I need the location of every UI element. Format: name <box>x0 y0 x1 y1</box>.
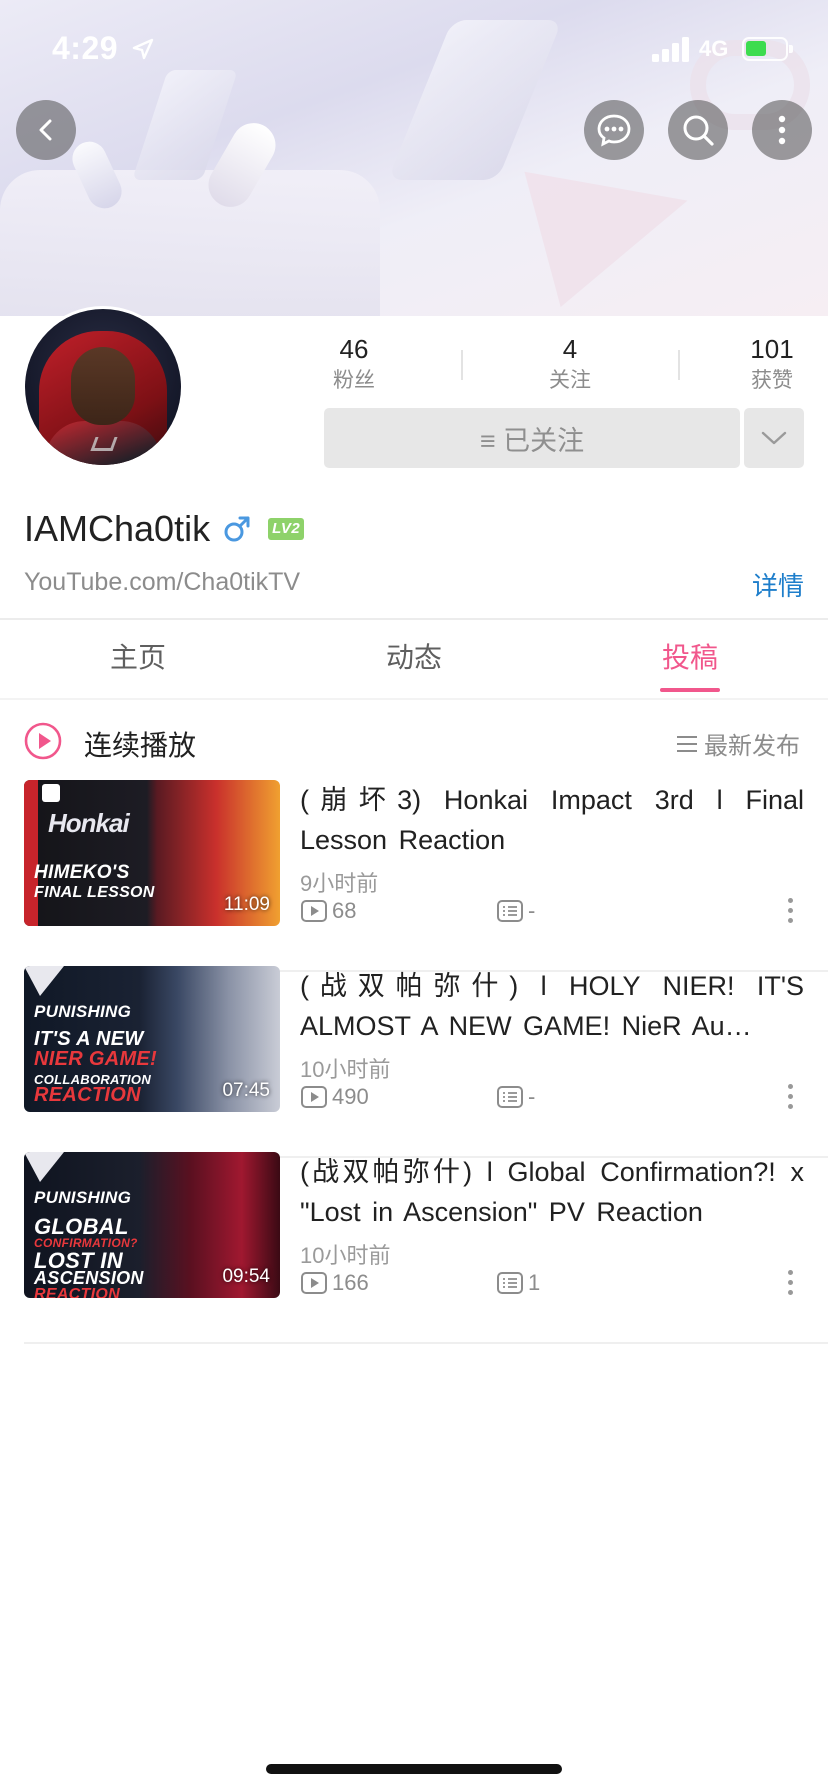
comment-count: - <box>528 898 536 923</box>
thumbnail-text: HIMEKO'S <box>34 862 130 883</box>
divider <box>0 618 828 620</box>
search-icon <box>683 115 714 146</box>
status-time: 4:29 <box>52 30 119 66</box>
username: IAMCha0tik <box>24 508 211 549</box>
thumbnail-text: REACTION <box>34 1084 141 1106</box>
follow-options-dropdown[interactable] <box>744 408 804 468</box>
list-icon <box>677 735 697 752</box>
active-tab-indicator <box>660 688 720 692</box>
video-duration: 09:54 <box>222 1266 270 1287</box>
likes-count: 101 <box>750 334 794 364</box>
video-more-button[interactable] <box>786 898 794 928</box>
play-circle-icon[interactable] <box>24 722 62 760</box>
message-icon <box>597 114 631 147</box>
video-duration: 07:45 <box>222 1080 270 1101</box>
divider <box>24 1342 828 1344</box>
level-badge: LV2 <box>268 518 305 540</box>
video-title[interactable]: (崩坏3) Honkai Impact 3rd l Final Lesson R… <box>300 780 804 860</box>
cellular-signal-icon <box>652 36 692 62</box>
comment-count-icon <box>497 1086 523 1108</box>
thumbnail-text: NIER GAME! <box>34 1048 157 1070</box>
back-button[interactable] <box>16 100 76 160</box>
video-item[interactable]: Honkai HIMEKO'S FINAL LESSON 11:09 (崩坏3)… <box>0 780 828 972</box>
user-bio: YouTube.com/Cha0tikTV <box>24 568 301 596</box>
video-plays: 166 <box>300 1270 369 1296</box>
video-plays: 490 <box>300 1084 369 1110</box>
battery-icon <box>742 37 793 61</box>
video-thumbnail[interactable]: PUNISHING IT'S A NEW NIER GAME! COLLABOR… <box>24 966 280 1112</box>
home-indicator[interactable] <box>266 1764 562 1774</box>
comment-count: - <box>528 1084 536 1109</box>
video-comments: - <box>496 1084 535 1110</box>
play-count: 490 <box>332 1084 369 1109</box>
play-count-icon <box>301 1086 327 1108</box>
male-gender-icon <box>224 516 250 542</box>
thumbnail-text: FINAL LESSON <box>34 884 155 901</box>
video-more-button[interactable] <box>786 1084 794 1114</box>
sort-button[interactable]: 最新发布 <box>676 726 800 761</box>
avatar[interactable] <box>22 306 184 468</box>
following-label: 关注 <box>549 369 591 392</box>
stat-divider <box>678 350 680 380</box>
following-button[interactable]: ≡ 已关注 <box>324 408 740 468</box>
video-title-text: (战双帕弥什) l HOLY NIER! IT'S ALMOST A NEW G… <box>300 971 804 1041</box>
comment-count-icon <box>497 900 523 922</box>
video-title[interactable]: (战双帕弥什) l Global Confirmation?! x "Lost … <box>300 1152 804 1232</box>
details-link[interactable]: 详情 <box>752 566 804 603</box>
video-item[interactable]: PUNISHING IT'S A NEW NIER GAME! COLLABOR… <box>0 966 828 1158</box>
stat-divider <box>461 350 463 380</box>
comment-count: 1 <box>528 1270 541 1295</box>
video-comments: 1 <box>496 1270 540 1296</box>
username-row: IAMCha0tik LV2 <box>24 508 305 550</box>
sort-label: 最新发布 <box>704 733 800 760</box>
video-item[interactable]: PUNISHING GLOBAL CONFIRMATION? LOST IN A… <box>0 1152 828 1344</box>
video-plays: 68 <box>300 898 356 924</box>
tab-home[interactable]: 主页 <box>110 636 166 676</box>
play-count: 68 <box>332 898 357 923</box>
stat-following[interactable]: 4 关注 <box>530 332 610 396</box>
location-arrow-icon <box>132 38 154 60</box>
status-bar: 4:29 4G <box>0 0 828 100</box>
thumbnail-text: PUNISHING <box>34 1188 132 1207</box>
stat-likes[interactable]: 101 获赞 <box>732 332 812 396</box>
comment-count-icon <box>497 1272 523 1294</box>
video-thumbnail[interactable]: Honkai HIMEKO'S FINAL LESSON 11:09 <box>24 780 280 926</box>
tab-dynamics[interactable]: 动态 <box>386 636 442 676</box>
play-count-icon <box>301 1272 327 1294</box>
chevron-down-icon <box>761 431 787 445</box>
message-button[interactable] <box>584 100 644 160</box>
video-title[interactable]: (战双帕弥什) l HOLY NIER! IT'S ALMOST A NEW G… <box>300 966 804 1046</box>
video-more-button[interactable] <box>786 1270 794 1300</box>
tab-submissions[interactable]: 投稿 <box>662 636 718 676</box>
more-options-button[interactable] <box>752 100 812 160</box>
more-vertical-icon <box>778 115 786 145</box>
video-publish-time: 10小时前 <box>300 1057 391 1082</box>
video-publish-time: 9小时前 <box>300 871 379 896</box>
search-button[interactable] <box>668 100 728 160</box>
back-arrow-icon <box>39 119 52 141</box>
play-count-icon <box>301 900 327 922</box>
following-count: 4 <box>562 334 578 364</box>
followers-count: 46 <box>339 334 369 364</box>
play-all-label[interactable]: 连续播放 <box>84 724 196 764</box>
following-button-label: ≡ 已关注 <box>479 425 585 456</box>
thumbnail-text: PUNISHING <box>34 1002 132 1021</box>
followers-label: 粉丝 <box>333 369 375 392</box>
divider <box>0 698 828 700</box>
video-publish-time: 10小时前 <box>300 1243 391 1268</box>
likes-label: 获赞 <box>751 369 793 392</box>
stat-followers[interactable]: 46 粉丝 <box>314 332 394 396</box>
video-duration: 11:09 <box>223 894 270 915</box>
video-comments: - <box>496 898 535 924</box>
network-type: 4G <box>699 36 729 61</box>
play-count: 166 <box>332 1270 369 1295</box>
banner-decoration <box>0 170 380 316</box>
video-thumbnail[interactable]: PUNISHING GLOBAL CONFIRMATION? LOST IN A… <box>24 1152 280 1298</box>
thumbnail-text: REACTION <box>34 1286 120 1298</box>
